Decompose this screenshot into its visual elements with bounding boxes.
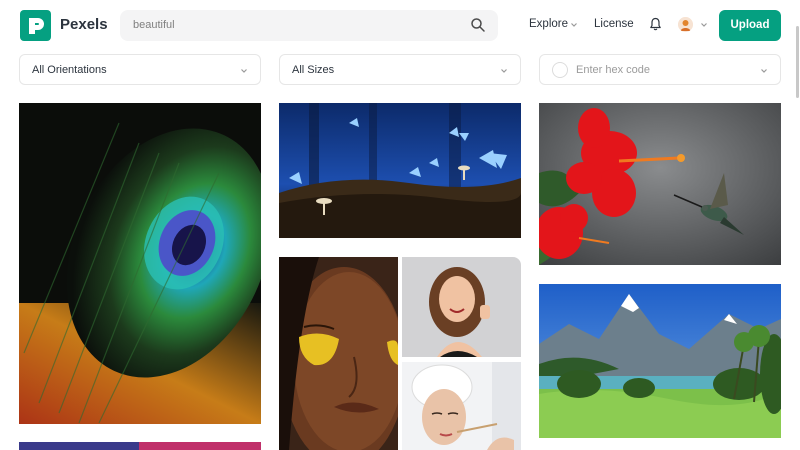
- chevron-down-icon: [501, 69, 507, 73]
- bell-icon[interactable]: [649, 17, 662, 31]
- photo-partial[interactable]: [19, 442, 261, 450]
- chevron-down-icon: [701, 23, 707, 27]
- photo-peacock-feather[interactable]: [19, 103, 261, 424]
- color-swatch[interactable]: [552, 62, 568, 78]
- chevron-down-icon: [241, 69, 247, 73]
- orientation-filter-label: All Orientations: [32, 64, 107, 76]
- photo-hibiscus-hummingbird[interactable]: [539, 103, 781, 265]
- photo-blue-butterflies[interactable]: [279, 103, 521, 238]
- upload-button[interactable]: Upload: [719, 10, 781, 41]
- search-icon[interactable]: [470, 17, 486, 33]
- avatar[interactable]: [678, 17, 693, 32]
- size-filter[interactable]: All Sizes: [279, 54, 521, 85]
- photo-smiling-woman[interactable]: [402, 257, 521, 357]
- top-nav-bar: Pexels beautiful Explore License Upload: [0, 0, 800, 52]
- photo-woman-towel[interactable]: [402, 362, 521, 450]
- color-filter[interactable]: Enter hex code: [539, 54, 781, 85]
- brand-name[interactable]: Pexels: [60, 16, 108, 33]
- search-input[interactable]: beautiful: [133, 19, 175, 31]
- chevron-down-icon: [571, 23, 577, 27]
- orientation-filter[interactable]: All Orientations: [19, 54, 261, 85]
- size-filter-label: All Sizes: [292, 64, 335, 76]
- nav-license-link[interactable]: License: [594, 18, 634, 30]
- search-bar[interactable]: beautiful: [120, 10, 498, 41]
- nav-explore-link[interactable]: Explore: [529, 18, 568, 30]
- photo-mountain-lake[interactable]: [539, 284, 781, 438]
- scrollbar[interactable]: [796, 26, 799, 98]
- pexels-logo-icon[interactable]: [20, 10, 51, 41]
- photo-woman-eye-patches[interactable]: [279, 257, 398, 450]
- hex-code-input[interactable]: Enter hex code: [576, 64, 650, 76]
- chevron-down-icon: [761, 69, 767, 73]
